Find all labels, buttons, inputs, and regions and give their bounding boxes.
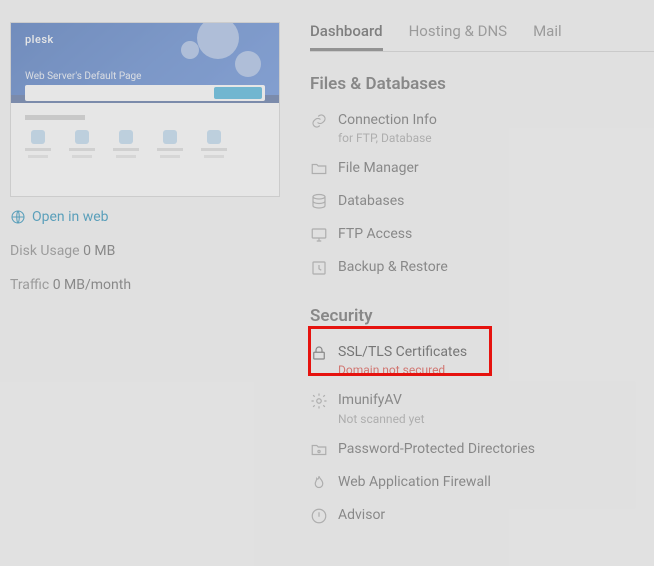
thumb-logo: plesk	[25, 33, 54, 46]
transfer-icon	[310, 226, 328, 244]
folder-lock-icon	[310, 441, 328, 459]
section-files-title: Files & Databases	[310, 74, 654, 94]
flame-icon	[310, 474, 328, 492]
advisor-icon	[310, 507, 328, 525]
gear-icon	[310, 392, 328, 410]
item-label: SSL/TLS Certificates	[338, 343, 467, 361]
item-label: Databases	[338, 192, 404, 210]
open-in-web-label: Open in web	[32, 209, 109, 225]
item-label: Advisor	[338, 506, 385, 524]
globe-icon	[10, 209, 26, 225]
site-thumbnail[interactable]: plesk Web Server's Default Page	[10, 22, 280, 197]
item-imunifyav[interactable]: ImunifyAV Not scanned yet	[310, 384, 654, 432]
folder-icon	[310, 160, 328, 178]
item-sub: for FTP, Database	[338, 131, 437, 145]
tab-mail[interactable]: Mail	[533, 22, 562, 49]
item-ssl-certificates[interactable]: SSL/TLS Certificates Domain not secured	[310, 336, 654, 384]
link-icon	[310, 112, 328, 130]
tab-hosting[interactable]: Hosting & DNS	[409, 22, 507, 49]
item-label: FTP Access	[338, 225, 412, 243]
item-databases[interactable]: Databases	[310, 185, 654, 218]
item-backup-restore[interactable]: Backup & Restore	[310, 251, 654, 284]
tab-dashboard[interactable]: Dashboard	[310, 22, 383, 51]
thumb-heading: Web Server's Default Page	[25, 71, 141, 82]
item-password-directories[interactable]: Password-Protected Directories	[310, 433, 654, 466]
item-connection-info[interactable]: Connection Info for FTP, Database	[310, 104, 654, 152]
item-ftp-access[interactable]: FTP Access	[310, 218, 654, 251]
tabs: Dashboard Hosting & DNS Mail	[310, 22, 654, 52]
item-advisor[interactable]: Advisor	[310, 499, 654, 532]
lock-icon	[310, 344, 328, 362]
item-label: ImunifyAV	[338, 391, 425, 409]
item-label: Connection Info	[338, 111, 437, 129]
item-label: Backup & Restore	[338, 258, 448, 276]
database-icon	[310, 193, 328, 211]
item-file-manager[interactable]: File Manager	[310, 152, 654, 185]
item-sub: Domain not secured	[338, 363, 467, 377]
backup-icon	[310, 259, 328, 277]
item-sub: Not scanned yet	[338, 412, 425, 426]
disk-usage-stat: Disk Usage 0 MB	[10, 243, 280, 259]
traffic-stat: Traffic 0 MB/month	[10, 277, 280, 293]
open-in-web-link[interactable]: Open in web	[10, 209, 280, 225]
item-label: Password-Protected Directories	[338, 440, 535, 458]
item-label: Web Application Firewall	[338, 473, 491, 491]
item-label: File Manager	[338, 159, 419, 177]
item-waf[interactable]: Web Application Firewall	[310, 466, 654, 499]
section-security-title: Security	[310, 306, 654, 326]
